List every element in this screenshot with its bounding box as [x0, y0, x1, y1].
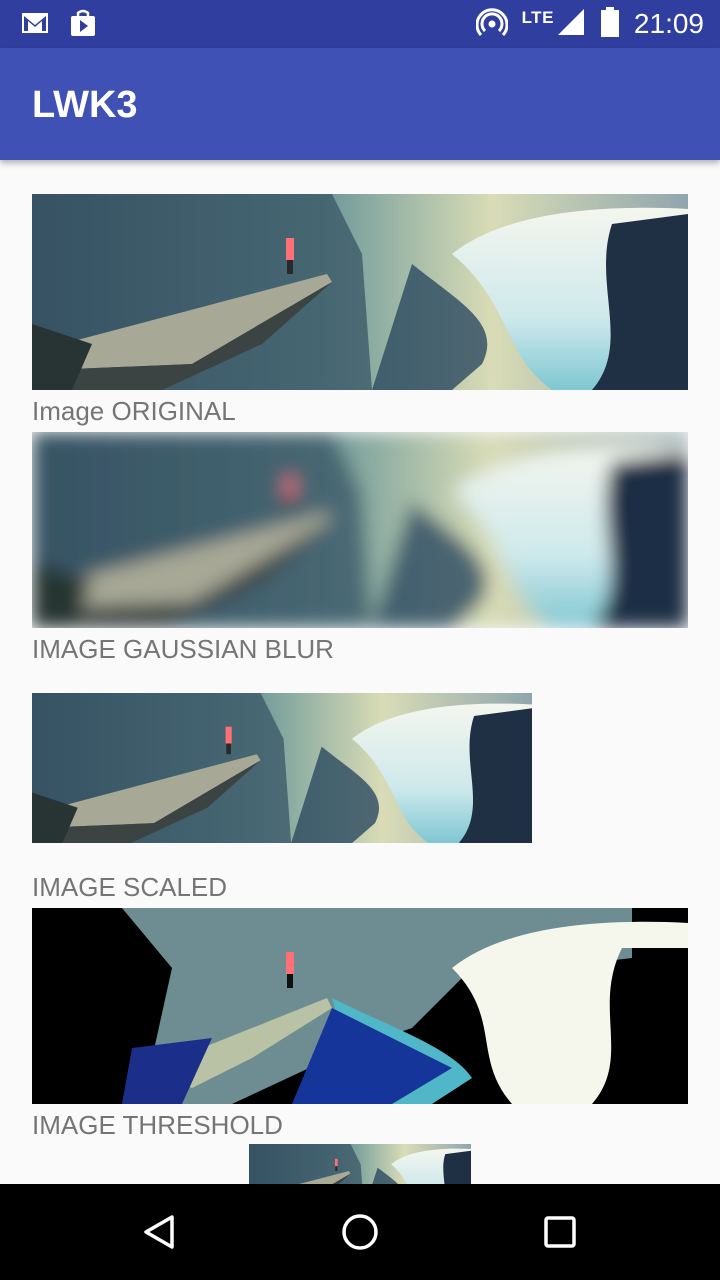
caption-scaled: IMAGE SCALED	[32, 872, 228, 902]
status-bar: LTE 21:09	[0, 0, 720, 48]
hotspot-icon	[475, 6, 508, 43]
back-button[interactable]	[132, 1204, 188, 1260]
image-partial	[249, 1144, 471, 1184]
back-icon	[144, 1215, 174, 1249]
caption-gaussian-blur: IMAGE GAUSSIAN BLUR	[32, 634, 334, 664]
play-store-icon	[68, 8, 98, 43]
recents-icon	[544, 1216, 576, 1248]
image-gaussian-blur	[32, 432, 688, 628]
caption-threshold: IMAGE THRESHOLD	[32, 1110, 283, 1140]
network-type: LTE	[521, 8, 554, 27]
gmail-icon	[20, 8, 50, 43]
content-scroll[interactable]: Image ORIGINAL IMAGE GAUSSIAN BLUR IMAGE…	[0, 160, 720, 1184]
image-original	[32, 194, 688, 390]
battery-icon	[600, 6, 620, 43]
app-bar: LWK3	[0, 48, 720, 160]
image-threshold	[32, 908, 688, 1104]
signal-icon	[557, 7, 586, 42]
image-scaled	[32, 693, 532, 843]
home-button[interactable]	[332, 1204, 388, 1260]
caption-original: Image ORIGINAL	[32, 396, 236, 426]
navigation-bar	[0, 1184, 720, 1280]
app-title: LWK3	[32, 84, 138, 126]
recents-button[interactable]	[532, 1204, 588, 1260]
home-icon	[342, 1214, 378, 1250]
status-time: 21:09	[633, 8, 704, 39]
